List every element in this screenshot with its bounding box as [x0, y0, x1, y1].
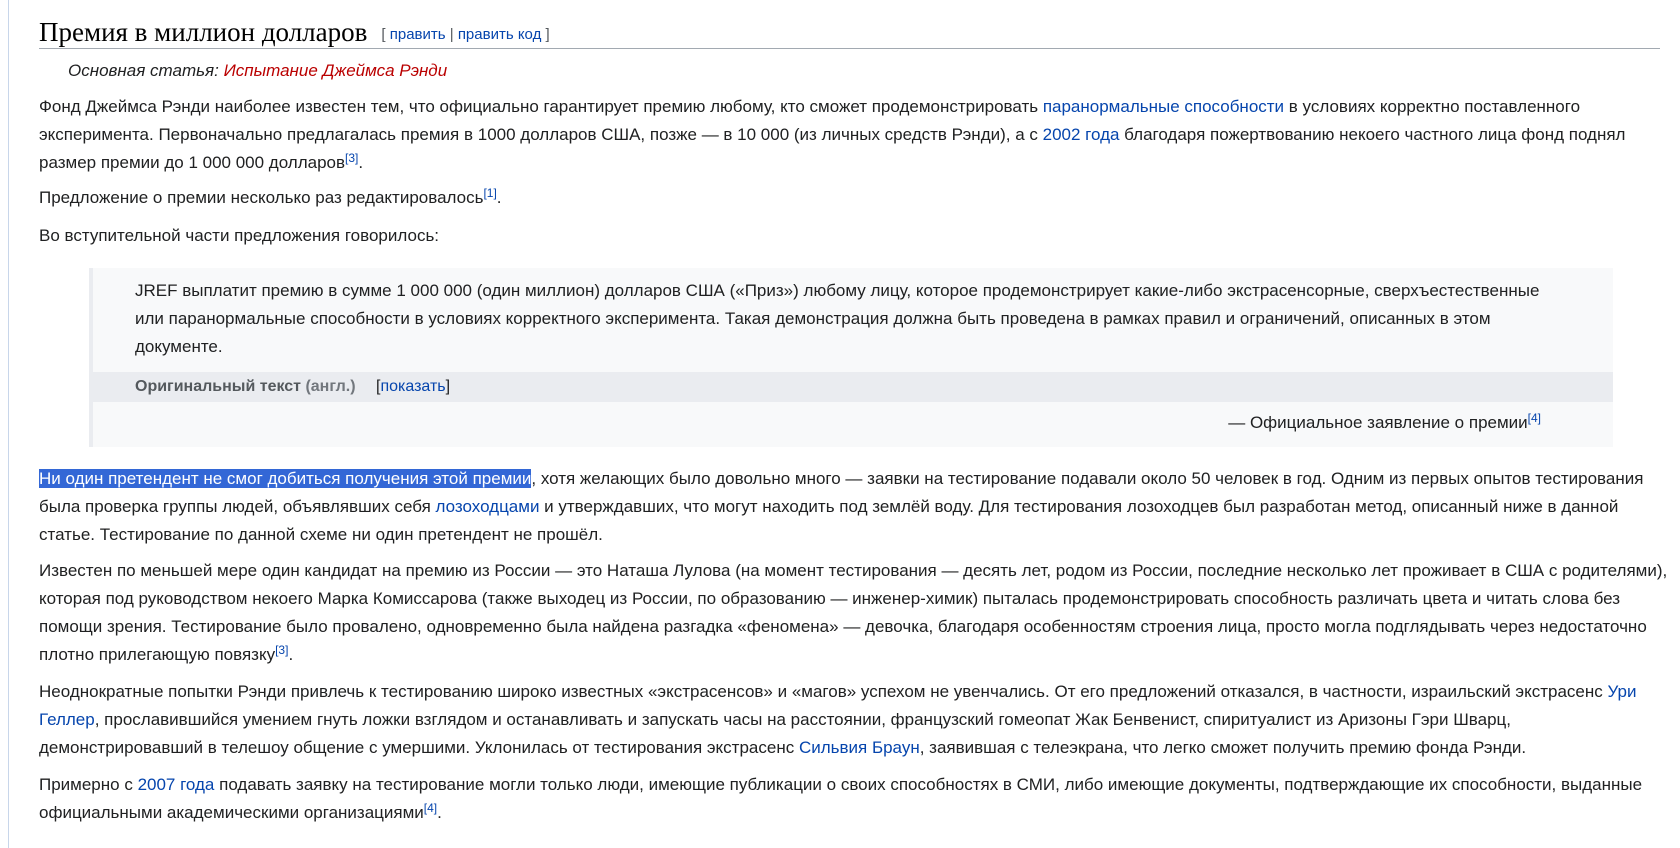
inline-link[interactable]: паранормальные способности [1043, 97, 1284, 116]
text-segment: . [496, 188, 502, 207]
text-segment: . [288, 645, 294, 664]
quote-text: JREF выплатит премию в сумме 1 000 000 (… [135, 281, 1540, 356]
paragraph-russian-candidate: Известен по меньшей мере один кандидат н… [39, 557, 1669, 669]
text-segment: Во вступительной части предложения говор… [39, 226, 440, 245]
inline-link[interactable]: лозоходцами [436, 497, 540, 516]
inline-link[interactable]: 2002 года [1043, 125, 1120, 144]
text-segment: подавать заявку на тестирование могли то… [39, 775, 1643, 822]
text-segment: , заявившая с телеэкрана, что легко смож… [919, 738, 1527, 757]
original-text-bar: Оригинальный текст (англ.) [показать] [93, 372, 1613, 402]
show-toggle: [показать] [376, 378, 451, 395]
reference-superscript: [1] [483, 186, 496, 200]
original-lang: (англ.) [305, 378, 356, 395]
section-heading: Премия в миллион долларов [ править | пра… [39, 14, 1660, 49]
reference-link[interactable]: [4] [1528, 411, 1541, 425]
reference-superscript: [3] [345, 151, 358, 165]
paragraph-intro-quote: Во вступительной части предложения говор… [39, 222, 1669, 250]
edit-section-links: [ править | править код ] [381, 26, 550, 43]
section-title: Премия в миллион долларов [39, 17, 368, 47]
show-original-link[interactable]: показать [380, 378, 445, 395]
reference-link[interactable]: [3] [345, 151, 358, 165]
text-segment: . [437, 803, 442, 822]
paragraph-prize-intro: Фонд Джеймса Рэнди наиболее известен тем… [39, 93, 1669, 177]
reference-link[interactable]: [3] [275, 643, 288, 657]
hatnote-label: Основная статья: [68, 61, 219, 80]
text-segment: Предложение о премии несколько раз редак… [39, 188, 484, 207]
reference-link[interactable]: [4] [424, 801, 437, 815]
signature-text: — Официальное заявление о премии [1228, 413, 1528, 432]
reference-superscript: [3] [275, 643, 288, 657]
paragraph-no-winner: Ни один претендент не смог добиться полу… [39, 465, 1669, 549]
main-article-hatnote: Основная статья: Испытание Джеймса Рэнди [68, 58, 447, 84]
text-segment: Фонд Джеймса Рэнди наиболее известен тем… [39, 97, 1043, 116]
original-text-label: Оригинальный текст [135, 378, 301, 395]
blockquote: JREF выплатит премию в сумме 1 000 000 (… [89, 268, 1613, 447]
paragraph-2007-rules: Примерно с 2007 года подавать заявку на … [39, 771, 1669, 827]
text-segment: . [358, 153, 364, 172]
main-article-link[interactable]: Испытание Джеймса Рэнди [224, 61, 448, 80]
reference-link[interactable]: [1] [483, 186, 496, 200]
quote-signature: — Официальное заявление о премии[4] [1228, 409, 1541, 437]
edit-link[interactable]: править [390, 26, 446, 43]
inline-link[interactable]: Сильвия Браун [799, 738, 920, 757]
edit-source-link[interactable]: править код [458, 26, 542, 43]
paragraph-edited: Предложение о премии несколько раз редак… [39, 184, 1669, 212]
text-segment: Неоднократные попытки Рэнди привлечь к т… [39, 682, 1608, 701]
selected-text: Ни один претендент не смог добиться полу… [39, 469, 532, 488]
paragraph-refusals: Неоднократные попытки Рэнди привлечь к т… [39, 678, 1669, 762]
reference-superscript: [4] [424, 801, 437, 815]
content-left-border [8, 0, 9, 848]
inline-link[interactable]: 2007 года [138, 775, 215, 794]
text-segment: Примерно с [39, 775, 138, 794]
